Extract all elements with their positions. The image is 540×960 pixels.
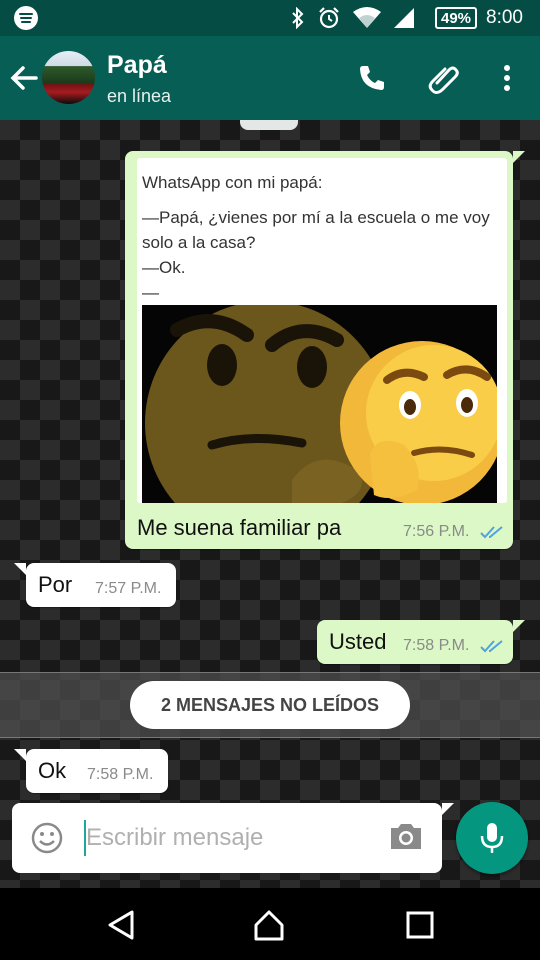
message-time: 7:56 P.M. [403,523,470,540]
bluetooth-icon [290,0,306,36]
message-input[interactable] [86,817,386,859]
unread-divider: 2 MENSAJES NO LEÍDOS [0,672,540,738]
alarm-icon [317,0,341,36]
microphone-button[interactable] [456,802,528,874]
quote-text: WhatsApp con mi papá: —Papá, ¿vienes por… [142,170,492,305]
unread-messages-badge: 2 MENSAJES NO LEÍDOS [130,681,410,729]
contact-avatar[interactable] [42,51,95,104]
read-receipt-icon [480,640,503,653]
signal-icon [392,0,416,36]
battery-level: 49% [435,7,477,29]
message-bubble-outgoing[interactable]: Usted 7:58 P.M. [317,620,525,664]
battery-icon: 49% [435,0,477,36]
nav-home-icon[interactable] [252,908,286,942]
chat-header: Papá en línea [0,36,540,120]
quote-line: —Ok. [142,258,186,277]
nav-recents-icon[interactable] [403,908,437,942]
contact-name[interactable]: Papá [107,51,167,80]
more-vert-icon[interactable] [489,60,525,96]
quote-title: WhatsApp con mi papá: [142,173,323,192]
message-text: Me suena familiar pa [137,515,342,540]
paperclip-icon[interactable] [426,60,462,96]
wifi-icon [352,0,382,36]
previous-message-edge [240,120,298,130]
chat-area[interactable]: WhatsApp con mi papá: —Papá, ¿vienes por… [0,120,540,888]
microphone-icon [480,823,504,853]
phone-icon[interactable] [354,60,390,96]
message-text: Por [38,572,73,597]
status-clock: 8:00 [486,7,523,28]
navigation-bar [0,888,540,960]
message-bubble-incoming[interactable]: Ok 7:58 P.M. [14,749,168,793]
quote-line: —Papá, ¿vienes por mí a la escuela o me … [142,208,490,252]
message-composer[interactable] [12,803,454,873]
message-text: Usted [329,629,387,654]
thinking-emoji-image [142,305,497,503]
contact-status: en línea [107,86,172,106]
spotify-icon [14,0,40,36]
message-time: 7:57 P.M. [95,580,162,597]
back-arrow-icon[interactable] [8,60,40,96]
emoji-icon[interactable] [30,821,64,855]
message-time: 7:58 P.M. [87,766,154,783]
message-bubble-outgoing[interactable]: WhatsApp con mi papá: —Papá, ¿vienes por… [125,151,525,549]
camera-icon[interactable] [388,821,424,855]
quote-line: — [142,283,159,302]
message-bubble-incoming[interactable]: Por 7:57 P.M. [14,563,176,607]
status-bar: 49% 8:00 [0,0,540,36]
read-receipt-icon [480,526,503,539]
quoted-image-card[interactable]: WhatsApp con mi papá: —Papá, ¿vienes por… [137,158,507,503]
message-text: Ok [38,758,67,783]
message-time: 7:58 P.M. [403,637,470,654]
nav-back-icon[interactable] [104,908,138,942]
